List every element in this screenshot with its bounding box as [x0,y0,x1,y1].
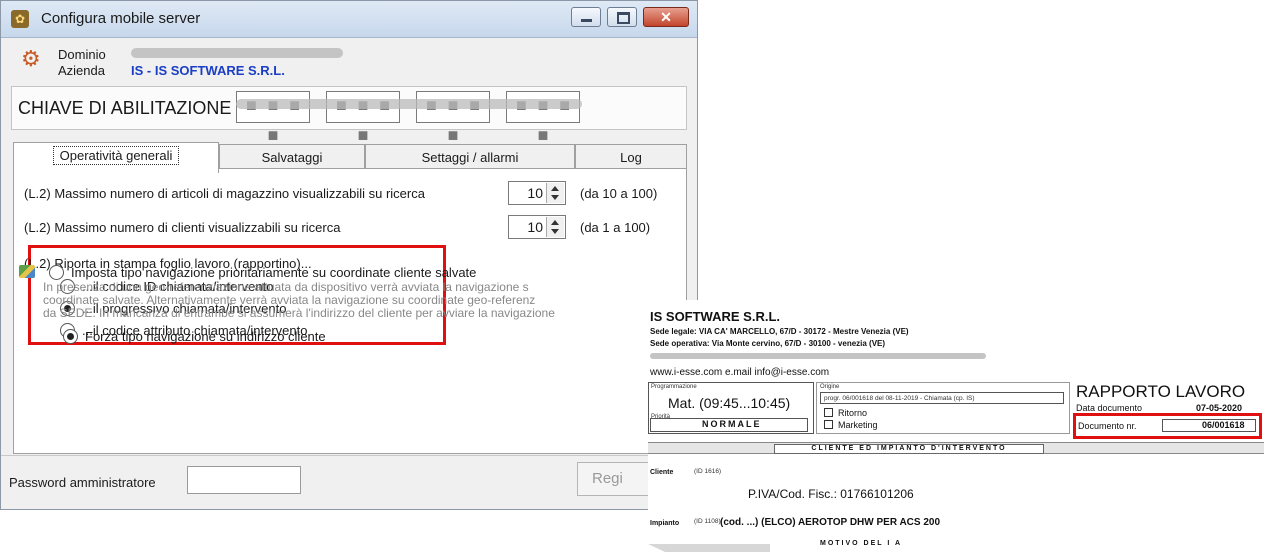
maximize-button[interactable] [607,7,637,27]
config-window: ✿ Configura mobile server ✕ ⚙ Dominio Az… [0,0,699,510]
azienda-value: IS - IS SOFTWARE S.R.L. [131,63,285,78]
marketing-check: Marketing [824,420,878,430]
window-content: ⚙ Dominio Azienda IS - IS SOFTWARE S.R.L… [1,38,699,504]
report-title: RAPPORTO LAVORO [1076,382,1246,401]
report-redacted-line [650,353,986,359]
window-title: Configura mobile server [41,10,201,27]
bottom-strip [648,544,770,552]
report-web: www.i-esse.com e.mail info@i-esse.com [650,367,830,378]
ritorno-check: Ritorno [824,408,867,418]
azienda-label: Azienda [58,63,105,78]
impianto-label: Impianto [650,520,680,527]
origine-label: Origine [820,384,840,390]
license-panel: CHIAVE DI ABILITAZIONE ■ ■ ■ ■ ■ ■ ■ ■ ■… [11,86,687,147]
tab-operativita-generali[interactable]: Operatività generali [13,142,219,173]
map-icon [19,265,35,278]
section-title: CLIENTE ED IMPIANTO D'INTERVENTO [774,444,1044,454]
close-button[interactable]: ✕ [643,7,689,27]
max-clienti-stepper[interactable]: 10 [508,215,566,239]
report-company: IS SOFTWARE S.R.L. [650,309,781,324]
radio-forza-indirizzo[interactable]: Forza tipo navigazione su indirizzo clie… [63,329,326,344]
data-documento-value: 07-05-2020 [1196,403,1243,413]
work-report-preview: IS SOFTWARE S.R.L. Sede legale: VIA CA' … [648,300,1264,552]
title-bar[interactable]: ✿ Configura mobile server ✕ [1,1,697,38]
radio-nav-coordinate[interactable]: Imposta tipo navigazione prioritariament… [49,265,476,280]
dominio-value-redacted [131,48,343,58]
priorita-value: NORMALE [702,419,762,429]
password-label: Password amministratore [9,475,156,490]
radio-icon[interactable] [49,265,64,280]
cliente-label: Cliente [650,469,674,476]
radio-selected-icon[interactable] [63,329,78,344]
report-sede-legale: Sede legale: VIA CA' MARCELLO, 67/D - 30… [650,327,909,336]
max-articoli-range: (da 10 a 100) [580,186,658,201]
password-input[interactable] [187,466,301,494]
programmazione-label: Programmazione [651,384,697,390]
minimize-button[interactable] [571,7,601,27]
impianto-id: (ID 1108) [694,518,721,525]
license-title: CHIAVE DI ABILITAZIONE [18,98,232,118]
origine-value: progr. 06/001618 del 08-11-2019 - Chiama… [824,395,975,402]
tab-strip: Operatività generali Salvataggi Settaggi… [13,142,687,173]
nav-note: In presenza di una geo-referenziazione a… [43,281,555,320]
programmazione-value: Mat. (09:45...10:45) [668,395,791,411]
highlight-box [1073,413,1262,439]
stepper-arrows-icon[interactable] [546,217,564,237]
footer-divider [1,455,699,456]
stepper-arrows-icon[interactable] [546,183,564,203]
max-articoli-label: (L.2) Massimo numero di articoli di maga… [24,186,425,201]
report-sede-operativa: Sede operativa: Via Monte cervino, 67/D … [650,339,886,348]
max-clienti-label: (L.2) Massimo numero di clienti visualiz… [24,220,341,235]
license-key-redaction [236,99,582,109]
data-documento-label: Data documento [1076,403,1143,413]
gear-icon: ⚙ [21,46,41,71]
motivo-heading: MOTIVO DEL I A [820,540,903,547]
max-articoli-stepper[interactable]: 10 [508,181,566,205]
app-icon: ✿ [11,10,29,28]
impianto-value: (cod. ...) (ELCO) AEROTOP DHW PER ACS 20… [720,517,941,528]
cliente-id: (ID 1616) [694,468,722,475]
max-clienti-range: (da 1 a 100) [580,220,651,235]
cliente-piva: P.IVA/Cod. Fisc.: 01766101206 [748,487,914,501]
dominio-label: Dominio [58,47,106,62]
